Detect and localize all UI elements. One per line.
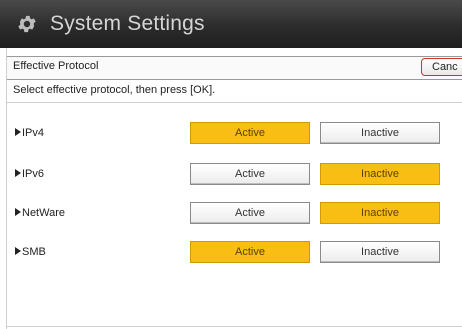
settings-panel: Effective Protocol Canc Select effective… — [6, 48, 462, 329]
netware-inactive-button[interactable]: Inactive — [320, 202, 440, 224]
protocol-label: IPv4 — [15, 127, 44, 139]
protocol-row-smb: SMB Active Inactive — [7, 241, 462, 265]
protocol-row-ipv4: IPv4 Active Inactive — [7, 122, 462, 146]
netware-active-button[interactable]: Active — [190, 202, 310, 224]
smb-inactive-button[interactable]: Inactive — [320, 241, 440, 263]
section-header: Effective Protocol Canc — [7, 56, 462, 80]
protocol-label: NetWare — [15, 207, 65, 219]
title-bar: System Settings — [0, 0, 462, 48]
section-title: Effective Protocol — [13, 60, 99, 72]
cancel-button[interactable]: Canc — [421, 58, 462, 76]
instruction-text: Select effective protocol, then press [O… — [13, 84, 216, 96]
protocol-row-netware: NetWare Active Inactive — [7, 202, 462, 226]
triangle-icon — [15, 208, 21, 216]
bottom-divider — [7, 326, 462, 327]
ipv4-inactive-button[interactable]: Inactive — [320, 122, 440, 144]
protocol-label: IPv6 — [15, 168, 44, 180]
ipv6-inactive-button[interactable]: Inactive — [320, 163, 440, 185]
triangle-icon — [15, 128, 21, 136]
gear-icon — [18, 15, 36, 33]
smb-active-button[interactable]: Active — [190, 241, 310, 263]
ipv4-active-button[interactable]: Active — [190, 122, 310, 144]
divider — [7, 102, 462, 103]
ipv6-active-button[interactable]: Active — [190, 163, 310, 185]
protocol-row-ipv6: IPv6 Active Inactive — [7, 163, 462, 187]
window-title: System Settings — [50, 12, 205, 35]
protocol-label: SMB — [15, 246, 46, 258]
triangle-icon — [15, 169, 21, 177]
triangle-icon — [15, 247, 21, 255]
